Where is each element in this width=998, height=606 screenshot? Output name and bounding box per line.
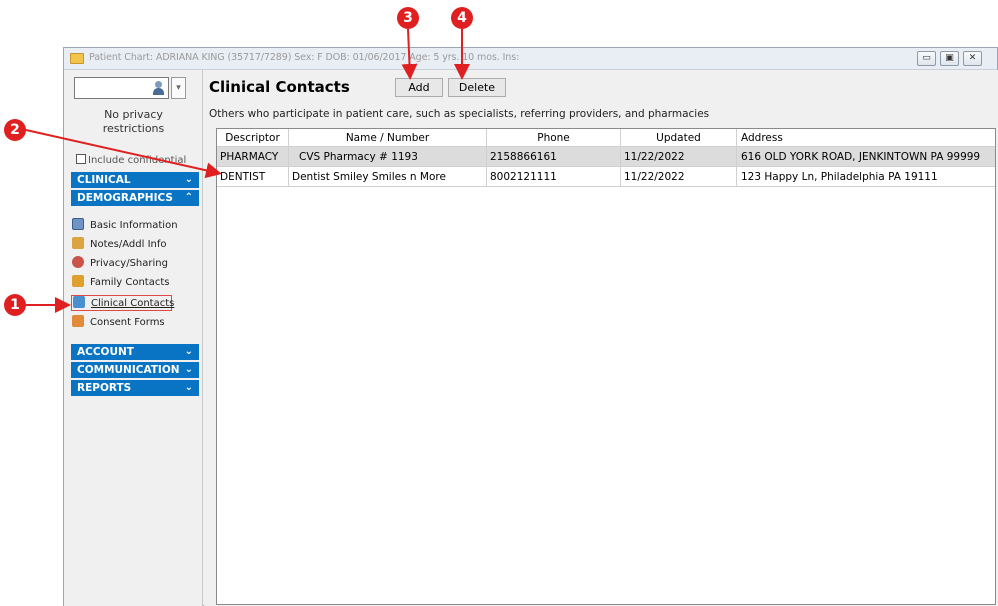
section-reports-label: REPORTS: [77, 382, 132, 394]
section-clinical-label: CLINICAL: [77, 174, 131, 186]
delete-button[interactable]: Delete: [448, 78, 506, 97]
cell-name: CVS Pharmacy # 1193: [289, 147, 487, 166]
callout-badge-4: 4: [451, 7, 473, 29]
chevron-down-icon: ⌄: [184, 174, 193, 185]
chevron-up-icon: ⌃: [184, 192, 193, 203]
main-panel: Clinical Contacts Add Delete Others who …: [204, 70, 998, 606]
cell-descriptor: DENTIST: [217, 167, 289, 186]
title-bar: Patient Chart: ADRIANA KING (35717/7289)…: [64, 48, 997, 70]
privacy-line-1: No privacy: [104, 108, 163, 121]
checkbox-box[interactable]: [76, 154, 86, 164]
section-clinical[interactable]: CLINICAL ⌄: [71, 172, 199, 188]
family-icon: [72, 275, 84, 287]
folder-icon: [70, 53, 84, 64]
chevron-down-icon: ⌄: [184, 364, 193, 375]
add-button[interactable]: Add: [395, 78, 443, 97]
callout-badge-2: 2: [4, 119, 26, 141]
patient-chart-window: Patient Chart: ADRIANA KING (35717/7289)…: [63, 47, 998, 606]
chevron-down-icon: ⌄: [184, 346, 193, 357]
cell-updated: 11/22/2022: [621, 147, 737, 166]
cell-updated: 11/22/2022: [621, 167, 737, 186]
sidebar-item-basic-information[interactable]: Basic Information: [72, 218, 197, 234]
person-icon: [152, 81, 165, 95]
table-row[interactable]: PHARMACY CVS Pharmacy # 1193 2158866161 …: [217, 147, 995, 167]
column-header-updated[interactable]: Updated: [621, 129, 737, 146]
cell-name: Dentist Smiley Smiles n More: [289, 167, 487, 186]
patient-selector[interactable]: [74, 77, 169, 99]
clinical-contacts-icon: [73, 296, 85, 308]
sidebar-item-clinical-contacts[interactable]: Clinical Contacts: [71, 295, 174, 311]
notes-icon: [72, 237, 84, 249]
column-header-name[interactable]: Name / Number: [289, 129, 487, 146]
table-header: Descriptor Name / Number Phone Updated A…: [217, 129, 995, 147]
sidebar-item-notes[interactable]: Notes/Addl Info: [72, 237, 197, 253]
privacy-status: No privacy restrictions: [64, 108, 203, 136]
cell-address: 616 OLD YORK ROAD, JENKINTOWN PA 99999: [741, 151, 981, 163]
cell-phone: 8002121111: [487, 167, 621, 186]
privacy-icon: [72, 256, 84, 268]
cell-phone: 2158866161: [487, 147, 621, 166]
sidebar-item-consent-forms[interactable]: Consent Forms: [72, 315, 197, 331]
callout-badge-3: 3: [397, 7, 419, 29]
section-demographics[interactable]: DEMOGRAPHICS ⌃: [71, 190, 199, 206]
id-card-icon: [72, 218, 84, 230]
chevron-down-icon: ⌄: [184, 382, 193, 393]
patient-dropdown-button[interactable]: ▾: [171, 77, 186, 99]
consent-icon: [72, 315, 84, 327]
sidebar-item-family-contacts[interactable]: Family Contacts: [72, 275, 197, 291]
callout-badge-1: 1: [4, 294, 26, 316]
section-account-label: ACCOUNT: [77, 346, 134, 358]
column-header-phone[interactable]: Phone: [487, 129, 621, 146]
maximize-button[interactable]: ▣: [940, 51, 959, 66]
page-title: Clinical Contacts: [209, 78, 350, 96]
column-header-address[interactable]: Address: [737, 129, 995, 146]
section-communication[interactable]: COMMUNICATION ⌄: [71, 362, 199, 378]
section-communication-label: COMMUNICATION: [77, 364, 180, 376]
cell-descriptor: PHARMACY: [217, 147, 289, 166]
section-reports[interactable]: REPORTS ⌄: [71, 380, 199, 396]
sidebar: ▾ No privacy restrictions Include confid…: [64, 70, 203, 606]
page-description: Others who participate in patient care, …: [209, 108, 710, 120]
include-confidential-checkbox[interactable]: Include confidential: [76, 154, 186, 166]
close-button[interactable]: ✕: [963, 51, 982, 66]
column-header-descriptor[interactable]: Descriptor: [217, 129, 289, 146]
minimize-button[interactable]: ▭: [917, 51, 936, 66]
sidebar-item-privacy-sharing[interactable]: Privacy/Sharing: [72, 256, 197, 272]
section-demographics-label: DEMOGRAPHICS: [77, 192, 173, 204]
cell-address: 123 Happy Ln, Philadelphia PA 19111: [741, 171, 938, 183]
privacy-line-2: restrictions: [102, 122, 165, 135]
section-account[interactable]: ACCOUNT ⌄: [71, 344, 199, 360]
contacts-table: Descriptor Name / Number Phone Updated A…: [216, 128, 996, 605]
window-title: Patient Chart: ADRIANA KING (35717/7289)…: [89, 52, 520, 63]
include-confidential-label: Include confidential: [88, 155, 187, 166]
table-row[interactable]: DENTIST Dentist Smiley Smiles n More 800…: [217, 167, 995, 187]
